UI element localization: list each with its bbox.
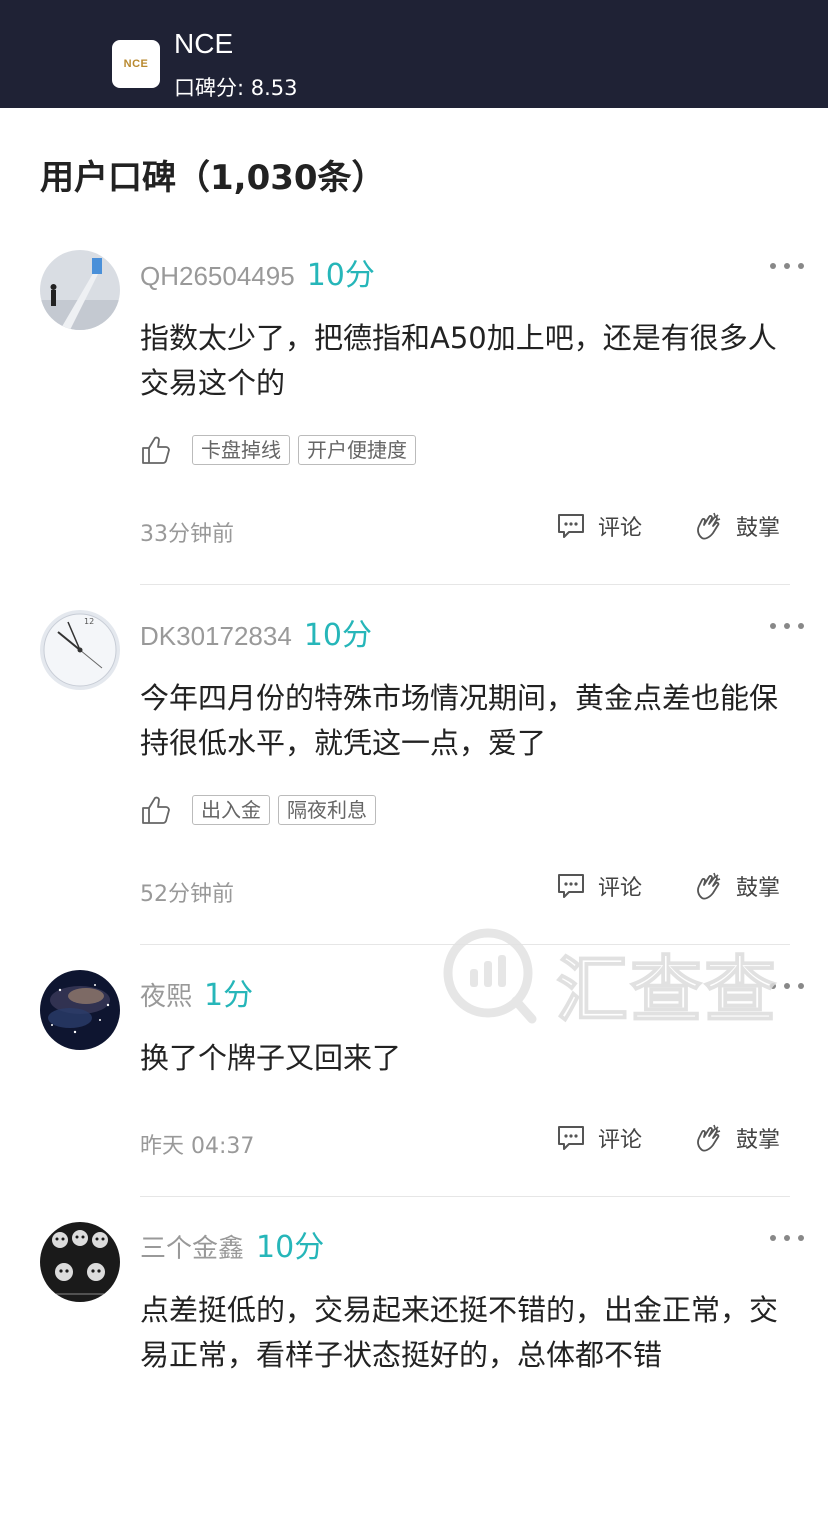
review-time: 昨天 04:37 [140, 1134, 255, 1159]
clap-icon [697, 872, 721, 900]
app-header: NCE NCE 口碑分: 8.53 [0, 0, 828, 108]
review-time: 52分钟前 [140, 882, 234, 907]
comment-icon [558, 514, 584, 538]
section-title: 用户口碑（1,030条） [40, 158, 386, 198]
app-name: NCE [174, 28, 234, 59]
user-avatar[interactable] [40, 250, 120, 330]
watermark: 汇查查 [440, 925, 790, 1033]
divider [140, 584, 790, 585]
user-info: QH26504495 10分 [140, 250, 375, 293]
user-score: 10分 [256, 1230, 325, 1265]
thumbs-up-icon [142, 796, 170, 824]
rating-score: 口碑分: 8.53 [174, 76, 298, 100]
review-time: 33分钟前 [140, 522, 234, 547]
comment-button[interactable]: 评论 [556, 870, 642, 902]
more-options-icon[interactable] [770, 616, 804, 636]
user-info: 夜熙 1分 [140, 970, 253, 1013]
thumbs-up-icon [142, 436, 170, 464]
user-info: 三个金鑫 10分 [140, 1222, 324, 1265]
user-score: 10分 [303, 618, 372, 653]
review-meta: 33分钟前 评论 鼓掌 [140, 510, 790, 550]
review-content: 今年四月份的特殊市场情况期间，黄金点差也能保持很低水平，就凭这一点，爱了 [140, 681, 779, 760]
divider [140, 1196, 790, 1197]
comment-icon [558, 1126, 584, 1150]
more-options-icon[interactable] [770, 976, 804, 996]
user-avatar[interactable]: 12 [40, 610, 120, 690]
user-score: 1分 [204, 978, 254, 1013]
user-name[interactable]: 三个金鑫 [140, 1228, 244, 1265]
review-meta: 52分钟前 评论 鼓掌 [140, 870, 790, 910]
comment-icon [558, 874, 584, 898]
tags-row: 出入金 隔夜利息 [140, 794, 384, 826]
clap-label: 鼓掌 [736, 876, 781, 901]
review-content: 指数太少了，把德指和A50加上吧，还是有很多人交易这个的 [140, 321, 777, 400]
review-tag: 开户便捷度 [298, 435, 416, 465]
comment-button[interactable]: 评论 [556, 510, 642, 542]
user-score: 10分 [306, 258, 375, 293]
clap-label: 鼓掌 [736, 516, 781, 541]
clap-icon [697, 512, 721, 540]
clap-button[interactable]: 鼓掌 [694, 510, 780, 542]
review-tag: 出入金 [192, 795, 270, 825]
comment-label: 评论 [598, 876, 643, 901]
clap-button[interactable]: 鼓掌 [694, 870, 780, 902]
comment-label: 评论 [598, 516, 643, 541]
review-content: 点差挺低的，交易起来还挺不错的，出金正常，交易正常，看样子状态挺好的，总体都不错 [140, 1293, 779, 1372]
user-name[interactable]: QH26504495 [140, 261, 295, 292]
svg-text:12: 12 [84, 617, 94, 626]
user-name[interactable]: 夜熙 [140, 976, 192, 1013]
divider [140, 944, 790, 945]
more-options-icon[interactable] [770, 256, 804, 276]
clap-label: 鼓掌 [736, 1128, 781, 1153]
user-name[interactable]: DK30172834 [140, 621, 292, 652]
comment-label: 评论 [598, 1128, 643, 1153]
user-avatar[interactable] [40, 1222, 120, 1302]
chart-magnifier-icon [443, 928, 537, 1024]
watermark-text: 汇查查 [555, 947, 779, 1033]
user-avatar[interactable] [40, 970, 120, 1050]
clap-icon [697, 1124, 721, 1152]
comment-button[interactable]: 评论 [556, 1122, 642, 1154]
app-logo[interactable]: NCE [112, 40, 160, 88]
tags-row: 卡盘掉线 开户便捷度 [140, 434, 424, 466]
more-options-icon[interactable] [770, 1228, 804, 1248]
review-tag: 卡盘掉线 [192, 435, 290, 465]
review-meta: 昨天 04:37 评论 鼓掌 [140, 1122, 790, 1162]
user-info: DK30172834 10分 [140, 610, 372, 653]
review-tag: 隔夜利息 [278, 795, 376, 825]
review-content: 换了个牌子又回来了 [140, 1041, 402, 1075]
clap-button[interactable]: 鼓掌 [694, 1122, 780, 1154]
